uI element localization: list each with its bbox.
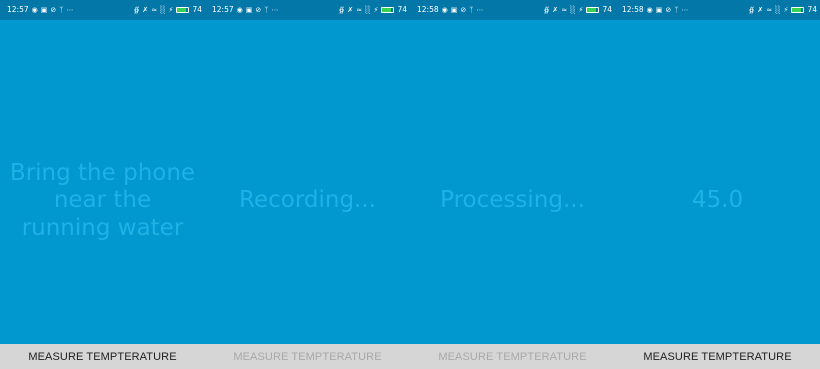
vibrate-icon: ✗	[552, 5, 559, 14]
status-left: 12:57 ◉ ▣ ⊘ ᛉ ⋯	[7, 0, 73, 20]
status-right: ∯ ✗ ≈ ░ ⚡ 74	[544, 0, 612, 20]
circle-check-icon: ⊘	[665, 5, 672, 14]
charging-icon: ⚡	[578, 5, 584, 14]
image-icon: ▣	[655, 5, 663, 14]
status-right: ∯ ✗ ≈ ░ ⚡ 74	[134, 0, 202, 20]
chat-icon: ◉	[31, 5, 38, 14]
signal-icon: ░	[365, 5, 371, 14]
ellipsis-icon: ⋯	[66, 5, 74, 14]
wifi-icon: ≈	[356, 5, 363, 14]
battery-icon	[791, 7, 805, 13]
chat-icon: ◉	[646, 5, 653, 14]
circle-check-icon: ⊘	[460, 5, 467, 14]
chat-icon: ◉	[236, 5, 243, 14]
status-right: ∯ ✗ ≈ ░ ⚡ 74	[749, 0, 817, 20]
battery-level: 74	[192, 5, 202, 14]
vibrate-icon: ✗	[757, 5, 764, 14]
wifi-icon: ≈	[151, 5, 158, 14]
processing-status-text: Processing...	[440, 187, 585, 214]
phone-screen-4: 12:58 ◉ ▣ ⊘ ᛉ ⋯ ∯ ✗ ≈ ░ ⚡ 74 45.0 MEASUR…	[615, 0, 820, 369]
circle-check-icon: ⊘	[255, 5, 262, 14]
recording-status-text: Recording...	[239, 187, 376, 214]
bluetooth-icon: ∯	[543, 5, 550, 14]
battery-level: 74	[807, 5, 817, 14]
processing-panel: Processing...	[410, 20, 615, 344]
image-icon: ▣	[40, 5, 48, 14]
charging-icon: ⚡	[783, 5, 789, 14]
image-icon: ▣	[245, 5, 253, 14]
result-panel: 45.0	[615, 20, 820, 344]
battery-level: 74	[397, 5, 407, 14]
phone-screen-2: 12:57 ◉ ▣ ⊘ ᛉ ⋯ ∯ ✗ ≈ ░ ⚡ 74 Recording..…	[205, 0, 410, 369]
vibrate-icon: ✗	[347, 5, 354, 14]
usb-icon: ᛉ	[264, 5, 269, 14]
battery-icon	[586, 7, 600, 13]
status-time: 12:57	[7, 5, 29, 14]
instruction-text: Bring the phone near the running water	[9, 159, 196, 241]
measure-temperature-button[interactable]: MEASURE TEMPTERATURE	[205, 344, 410, 369]
status-bar: 12:57 ◉ ▣ ⊘ ᛉ ⋯ ∯ ✗ ≈ ░ ⚡ 74	[205, 0, 410, 20]
status-left: 12:58 ◉ ▣ ⊘ ᛉ ⋯	[622, 0, 688, 20]
battery-icon	[176, 7, 190, 13]
screenshot-strip: 12:57 ◉ ▣ ⊘ ᛉ ⋯ ∯ ✗ ≈ ░ ⚡ 74 Bring the p…	[0, 0, 820, 369]
status-bar: 12:58 ◉ ▣ ⊘ ᛉ ⋯ ∯ ✗ ≈ ░ ⚡ 74	[615, 0, 820, 20]
measure-temperature-button[interactable]: MEASURE TEMPTERATURE	[410, 344, 615, 369]
wifi-icon: ≈	[561, 5, 568, 14]
chat-icon: ◉	[441, 5, 448, 14]
signal-icon: ░	[775, 5, 781, 14]
charging-icon: ⚡	[373, 5, 379, 14]
status-time: 12:58	[417, 5, 439, 14]
status-bar: 12:58 ◉ ▣ ⊘ ᛉ ⋯ ∯ ✗ ≈ ░ ⚡ 74	[410, 0, 615, 20]
status-time: 12:57	[212, 5, 234, 14]
ellipsis-icon: ⋯	[476, 5, 484, 14]
circle-check-icon: ⊘	[50, 5, 57, 14]
recording-panel: Recording...	[205, 20, 410, 344]
status-left: 12:57 ◉ ▣ ⊘ ᛉ ⋯	[212, 0, 278, 20]
measure-temperature-button[interactable]: MEASURE TEMPTERATURE	[0, 344, 205, 369]
charging-icon: ⚡	[168, 5, 174, 14]
bluetooth-icon: ∯	[338, 5, 345, 14]
usb-icon: ᛉ	[674, 5, 679, 14]
phone-screen-1: 12:57 ◉ ▣ ⊘ ᛉ ⋯ ∯ ✗ ≈ ░ ⚡ 74 Bring the p…	[0, 0, 205, 369]
wifi-icon: ≈	[766, 5, 773, 14]
bluetooth-icon: ∯	[748, 5, 755, 14]
status-time: 12:58	[622, 5, 644, 14]
phone-screen-3: 12:58 ◉ ▣ ⊘ ᛉ ⋯ ∯ ✗ ≈ ░ ⚡ 74 Processing.…	[410, 0, 615, 369]
temperature-result-text: 45.0	[691, 187, 744, 214]
ellipsis-icon: ⋯	[271, 5, 279, 14]
usb-icon: ᛉ	[469, 5, 474, 14]
signal-icon: ░	[160, 5, 166, 14]
usb-icon: ᛉ	[59, 5, 64, 14]
battery-icon	[381, 7, 395, 13]
instruction-panel: Bring the phone near the running water	[0, 20, 205, 344]
signal-icon: ░	[570, 5, 576, 14]
battery-level: 74	[602, 5, 612, 14]
ellipsis-icon: ⋯	[681, 5, 689, 14]
image-icon: ▣	[450, 5, 458, 14]
vibrate-icon: ✗	[142, 5, 149, 14]
status-bar: 12:57 ◉ ▣ ⊘ ᛉ ⋯ ∯ ✗ ≈ ░ ⚡ 74	[0, 0, 205, 20]
measure-temperature-button[interactable]: MEASURE TEMPTERATURE	[615, 344, 820, 369]
status-left: 12:58 ◉ ▣ ⊘ ᛉ ⋯	[417, 0, 483, 20]
status-right: ∯ ✗ ≈ ░ ⚡ 74	[339, 0, 407, 20]
bluetooth-icon: ∯	[133, 5, 140, 14]
